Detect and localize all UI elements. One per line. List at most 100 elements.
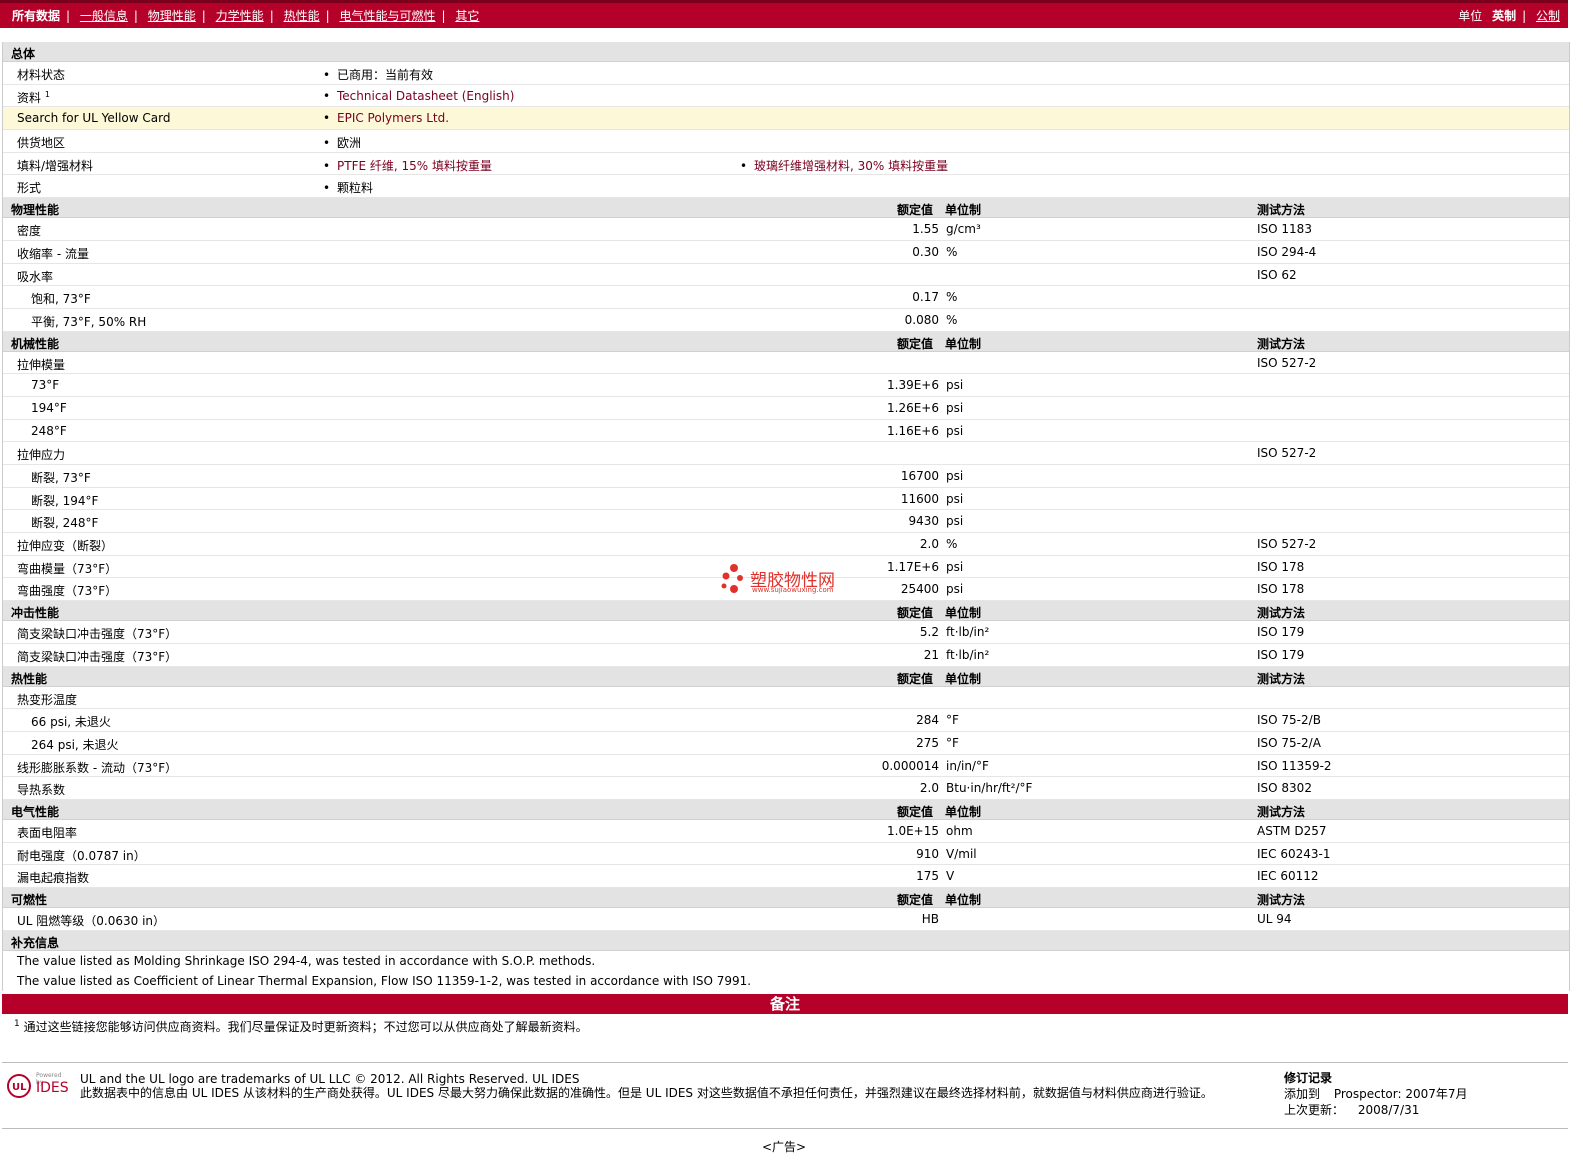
property-name: 简支梁缺口冲击强度（73°F） bbox=[17, 627, 178, 642]
property-name: 供货地区 bbox=[17, 136, 66, 151]
property-unit: psi bbox=[946, 582, 964, 597]
section-header: 可燃性 额定值 单位制 测试方法 bbox=[3, 888, 1569, 908]
test-method: ISO 8302 bbox=[1257, 781, 1312, 796]
nav-all-data[interactable]: 所有数据 bbox=[12, 7, 60, 24]
property-name: 收缩率 - 流量 bbox=[17, 246, 89, 261]
test-method: ISO 11359-2 bbox=[1257, 758, 1332, 773]
section-supplement: 补充信息 bbox=[3, 930, 1569, 951]
property-name: 热变形温度 bbox=[17, 692, 78, 707]
property-value: 0.080 bbox=[904, 312, 939, 327]
updated-value: 2008/7/31 bbox=[1357, 1103, 1420, 1117]
section-header: 电气性能 额定值 单位制 测试方法 bbox=[3, 799, 1569, 820]
header-method: 测试方法 bbox=[1257, 336, 1306, 351]
property-value: • 欧洲 bbox=[323, 136, 362, 151]
section-nav: 所有数据 | 一般信息 | 物理性能 | 力学性能 | 热性能 | 电气性能与可燃性 | 其… bbox=[12, 7, 480, 24]
property-name: 资料 1 bbox=[17, 89, 50, 105]
property-name: 248°F bbox=[31, 423, 67, 438]
property-row: 导热系数 2.0 Btu·in/hr/ft²/°F ISO 8302 bbox=[3, 777, 1569, 800]
property-value: 175 bbox=[916, 869, 939, 884]
property-name: 194°F bbox=[31, 400, 67, 415]
test-method: ISO 527-2 bbox=[1257, 537, 1317, 552]
property-value: • 已商用：当前有效 bbox=[323, 68, 434, 82]
property-unit: psi bbox=[946, 491, 964, 506]
nav-other[interactable]: 其它 bbox=[455, 7, 479, 24]
test-method: UL 94 bbox=[1257, 912, 1292, 926]
property-row: 拉伸模量 ISO 527-2 bbox=[3, 352, 1569, 375]
supplement-note: The value listed as Coefficient of Linea… bbox=[17, 973, 752, 988]
property-unit: % bbox=[946, 537, 958, 552]
nav-general[interactable]: 一般信息 bbox=[80, 7, 128, 24]
section-header: 物理性能 额定值 单位制 测试方法 bbox=[3, 198, 1569, 219]
section-general: 总体 bbox=[3, 42, 1569, 62]
nav-thermal[interactable]: 热性能 bbox=[284, 7, 320, 24]
property-row: 表面电阻率 1.0E+15 ohm ASTM D257 bbox=[3, 820, 1569, 843]
header-method: 测试方法 bbox=[1257, 203, 1306, 218]
test-method: IEC 60243-1 bbox=[1257, 846, 1331, 861]
nav-physical[interactable]: 物理性能 bbox=[148, 7, 196, 24]
property-name: 饱和, 73°F bbox=[31, 292, 91, 307]
test-method: ISO 527-2 bbox=[1257, 446, 1317, 461]
property-value: 1.17E+6 bbox=[887, 559, 939, 574]
test-method: ISO 179 bbox=[1257, 647, 1305, 662]
header-unit: 单位制 bbox=[945, 893, 982, 907]
svg-text:UL: UL bbox=[12, 1082, 27, 1093]
property-unit: V/mil bbox=[946, 846, 977, 861]
property-name: 填料/增强材料 bbox=[17, 158, 94, 173]
property-unit: in/in/°F bbox=[946, 758, 989, 773]
property-unit: °F bbox=[946, 713, 959, 728]
property-name: 断裂, 73°F bbox=[31, 471, 91, 485]
property-value[interactable]: • EPIC Polymers Ltd. bbox=[323, 111, 449, 125]
header-value: 额定值 bbox=[897, 606, 934, 621]
property-value: 2.0 bbox=[919, 781, 939, 796]
header-value: 额定值 bbox=[897, 336, 934, 351]
header-method: 测试方法 bbox=[1257, 893, 1306, 907]
property-name: 平衡, 73°F, 50% RH bbox=[31, 314, 147, 329]
property-row: 耐电强度（0.0787 in） 910 V/mil IEC 60243-1 bbox=[3, 843, 1569, 866]
property-row: 194°F 1.26E+6 psi bbox=[3, 397, 1569, 420]
property-value: 910 bbox=[916, 846, 939, 861]
section-title: 可燃性 bbox=[11, 893, 48, 907]
header-unit: 单位制 bbox=[945, 203, 982, 218]
ad-placeholder[interactable]: <广告> bbox=[0, 1138, 1568, 1155]
property-name: 断裂, 248°F bbox=[31, 516, 99, 531]
property-name: 264 psi, 未退火 bbox=[31, 737, 119, 752]
revision-title: 修订记录 bbox=[1284, 1071, 1333, 1085]
property-unit: % bbox=[946, 312, 958, 327]
property-value: 1.39E+6 bbox=[887, 378, 939, 393]
property-name: 耐电强度（0.0787 in） bbox=[17, 848, 146, 863]
property-name: 弯曲模量（73°F） bbox=[17, 561, 118, 576]
property-row: 线形膨胀系数 - 流动（73°F） 0.000014 in/in/°F ISO 113… bbox=[3, 755, 1569, 778]
section-title: 机械性能 bbox=[11, 336, 60, 351]
units-metric[interactable]: 公制 bbox=[1536, 9, 1560, 23]
property-row: 吸水率 ISO 62 bbox=[3, 264, 1569, 287]
section-title: 总体 bbox=[11, 47, 36, 61]
nav-mechanical[interactable]: 力学性能 bbox=[216, 7, 264, 24]
property-name: 拉伸应力 bbox=[17, 448, 66, 463]
nav-electrical[interactable]: 电气性能与可燃性 bbox=[339, 7, 435, 24]
test-method: ASTM D257 bbox=[1257, 823, 1327, 838]
property-value: 21 bbox=[923, 647, 939, 662]
top-nav-bar: 所有数据 | 一般信息 | 物理性能 | 力学性能 | 热性能 | 电气性能与可燃性 | 其… bbox=[0, 0, 1568, 28]
footer-disclaimer: UL and the UL logo are trademarks of UL … bbox=[80, 1072, 1270, 1100]
header-unit: 单位制 bbox=[945, 671, 982, 686]
test-method: ISO 527-2 bbox=[1257, 355, 1317, 370]
property-name: 66 psi, 未退火 bbox=[31, 715, 111, 730]
property-value: 284 bbox=[916, 713, 939, 728]
property-value[interactable]: • Technical Datasheet (English) bbox=[323, 89, 514, 103]
property-name: 漏电起痕指数 bbox=[17, 871, 90, 886]
test-method: ISO 179 bbox=[1257, 625, 1305, 640]
ul-ides-logo: UL Powered by IDES bbox=[6, 1072, 69, 1100]
property-unit: °F bbox=[946, 735, 959, 750]
section-header: 冲击性能 额定值 单位制 测试方法 bbox=[3, 601, 1569, 622]
updated-label: 上次更新： bbox=[1284, 1103, 1345, 1117]
property-row: 拉伸应变（断裂） 2.0% ISO 527-2 bbox=[3, 533, 1569, 556]
section-title: 物理性能 bbox=[11, 203, 60, 218]
property-row: 简支梁缺口冲击强度（73°F） 5.2 ft·lb/in² ISO 179 bbox=[3, 621, 1569, 644]
property-row: 密度 1.55 g/cm³ ISO 1183 bbox=[3, 218, 1569, 241]
property-unit: g/cm³ bbox=[946, 222, 981, 237]
property-value: 0.30 bbox=[912, 244, 939, 259]
property-row: 73°F 1.39E+6 psi bbox=[3, 374, 1569, 397]
property-unit: psi bbox=[946, 423, 964, 438]
watermark-logo: 塑胶物性网 www.sujiaowuxing.com bbox=[720, 562, 860, 602]
header-unit: 单位制 bbox=[945, 606, 982, 621]
